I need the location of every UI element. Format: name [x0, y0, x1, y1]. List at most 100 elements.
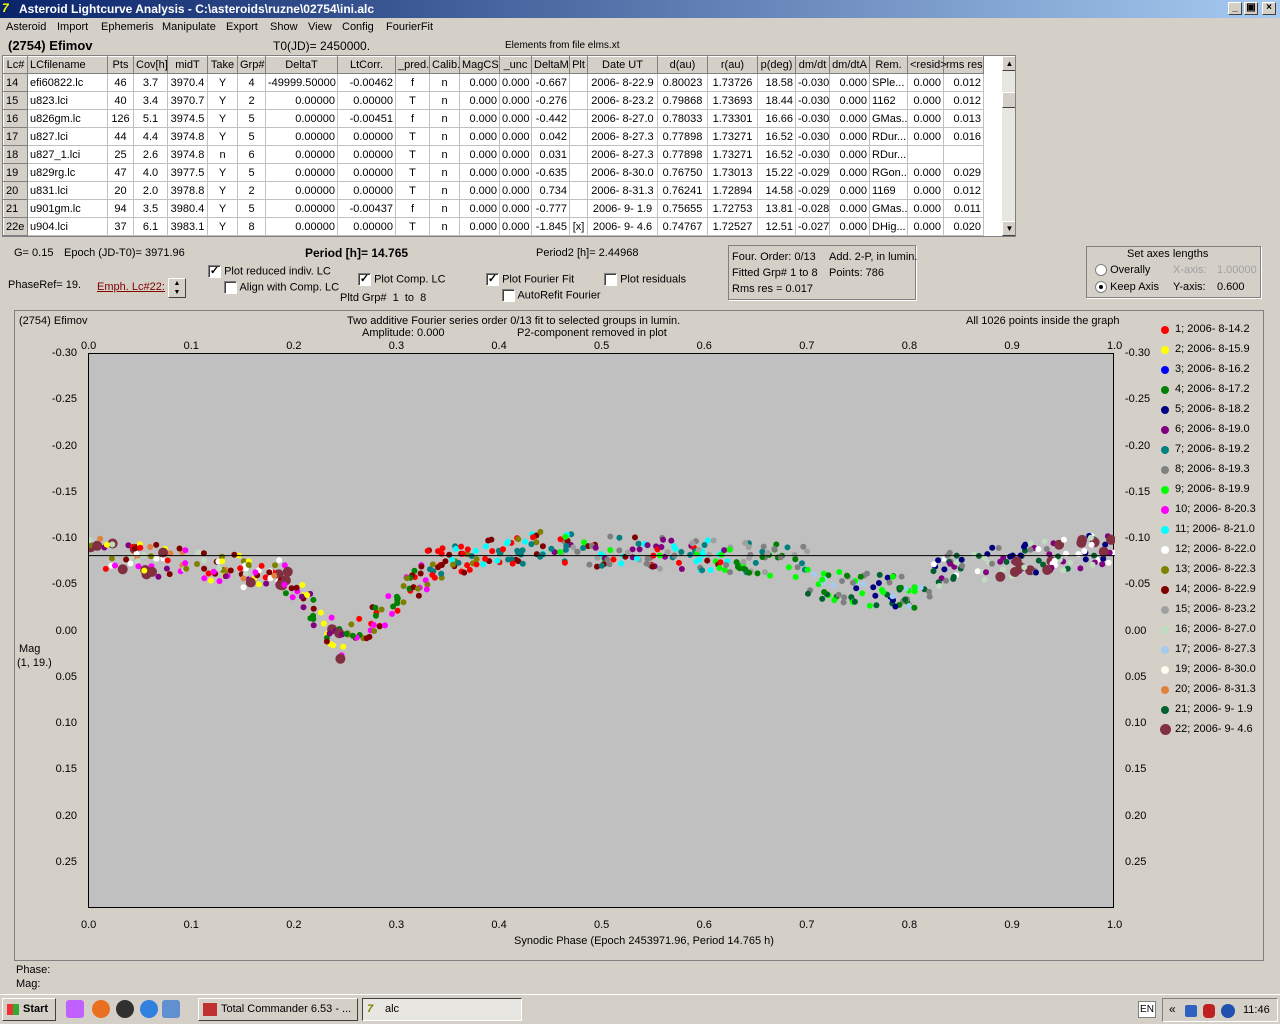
table-cell[interactable]: u829rg.lc	[27, 163, 108, 182]
table-cell[interactable]: 16.52	[757, 145, 796, 164]
column-header[interactable]: Lc#	[3, 56, 28, 74]
table-cell[interactable]: 0.000	[459, 91, 500, 110]
table-cell[interactable]: 0.031	[531, 145, 570, 164]
table-cell[interactable]: GMas...	[869, 199, 908, 218]
pltd-to[interactable]: 8	[420, 292, 426, 304]
table-cell[interactable]: 0.000	[907, 199, 944, 218]
plot-fourier-checkbox[interactable]: ✓ Plot Fourier Fit	[486, 273, 574, 286]
emph-link[interactable]: Emph. Lc#22:	[97, 281, 165, 293]
table-cell[interactable]: 16.66	[757, 109, 796, 128]
table-cell[interactable]	[569, 91, 588, 110]
table-cell[interactable]: 46	[107, 73, 134, 92]
table-cell[interactable]: 0.000	[499, 199, 532, 218]
column-header[interactable]: dm/dtA	[829, 56, 870, 74]
table-cell[interactable]: 0.00000	[265, 181, 338, 200]
table-cell[interactable]: 18.44	[757, 91, 796, 110]
table-cell[interactable]: n	[429, 181, 460, 200]
table-cell[interactable]: 2	[237, 91, 266, 110]
table-cell[interactable]: 0.000	[499, 109, 532, 128]
table-cell[interactable]: 2006- 8-22.9	[587, 73, 658, 92]
table-cell[interactable]	[569, 181, 588, 200]
table-cell[interactable]: RGon...	[869, 163, 908, 182]
table-cell[interactable]: -0.029	[795, 163, 830, 182]
row-header[interactable]: 20	[3, 181, 28, 200]
table-cell[interactable]: 0.00000	[337, 145, 396, 164]
table-row[interactable]: 16 u826gm.lc 126 5.1 3974.5 Y 5 0.00000 -0.00451…	[3, 109, 984, 128]
table-cell[interactable]: 3974.8	[167, 145, 208, 164]
table-cell[interactable]: [x]	[569, 217, 588, 236]
row-header[interactable]: 21	[3, 199, 28, 218]
table-cell[interactable]: RDur...	[869, 127, 908, 146]
table-scrollbar[interactable]: ▲ ▼	[1002, 56, 1015, 236]
table-cell[interactable]: 1.72753	[707, 199, 758, 218]
table-cell[interactable]: 0.000	[459, 163, 500, 182]
table-cell[interactable]: 1.72527	[707, 217, 758, 236]
table-cell[interactable]: 0.000	[459, 109, 500, 128]
table-cell[interactable]	[907, 145, 944, 164]
tray-expand-icon[interactable]: «	[1169, 1002, 1176, 1016]
antivirus-icon[interactable]	[1203, 1004, 1215, 1018]
row-header[interactable]: 15	[3, 91, 28, 110]
table-cell[interactable]: -0.00451	[337, 109, 396, 128]
table-cell[interactable]: 25	[107, 145, 134, 164]
table-cell[interactable]: n	[429, 109, 460, 128]
menu-asteroid[interactable]: Asteroid	[6, 21, 46, 33]
table-cell[interactable]: 5	[237, 199, 266, 218]
table-cell[interactable]: 3970.4	[167, 73, 208, 92]
start-button[interactable]: Start	[2, 998, 56, 1021]
table-cell[interactable]: 3983.1	[167, 217, 208, 236]
table-cell[interactable]: 8	[237, 217, 266, 236]
table-cell[interactable]: u904.lci	[27, 217, 108, 236]
table-cell[interactable]: 0.020	[943, 217, 984, 236]
table-cell[interactable]: n	[429, 217, 460, 236]
column-header[interactable]: Calib.	[429, 56, 460, 74]
yaxis-value[interactable]: 0.600	[1217, 281, 1245, 293]
table-cell[interactable]: Y	[207, 181, 238, 200]
table-cell[interactable]: 0.00000	[337, 217, 396, 236]
column-header[interactable]: Date UT	[587, 56, 658, 74]
table-cell[interactable]: 4.4	[133, 127, 168, 146]
table-cell[interactable]: 3.7	[133, 73, 168, 92]
table-cell[interactable]: 0.000	[499, 91, 532, 110]
table-cell[interactable]: 2006- 9- 1.9	[587, 199, 658, 218]
table-cell[interactable]: 0.76750	[657, 163, 708, 182]
table-cell[interactable]: 0.000	[907, 217, 944, 236]
column-header[interactable]: DeltaM	[531, 56, 570, 74]
column-header[interactable]: Plt	[569, 56, 588, 74]
table-cell[interactable]: 3974.5	[167, 109, 208, 128]
table-cell[interactable]: -0.030	[795, 127, 830, 146]
table-cell[interactable]: u827_1.lci	[27, 145, 108, 164]
table-cell[interactable]: T	[395, 217, 430, 236]
row-header[interactable]: 22e	[3, 217, 28, 236]
table-cell[interactable]: 4.0	[133, 163, 168, 182]
autorefit-checkbox[interactable]: AutoRefit Fourier	[502, 289, 601, 302]
column-header[interactable]: _pred.	[395, 56, 430, 74]
table-cell[interactable]: 0.000	[499, 145, 532, 164]
table-row[interactable]: 15 u823.lci 40 3.4 3970.7 Y 2 0.00000 0.00000 Tn 0…	[3, 91, 984, 110]
table-cell[interactable]: Y	[207, 199, 238, 218]
table-cell[interactable]: SPle...	[869, 73, 908, 92]
table-cell[interactable]: Y	[207, 73, 238, 92]
table-cell[interactable]: 5	[237, 127, 266, 146]
table-cell[interactable]: 44	[107, 127, 134, 146]
table-cell[interactable]: n	[429, 163, 460, 182]
table-cell[interactable]: n	[429, 73, 460, 92]
period2-value[interactable]: Period2 [h]= 2.44968	[536, 247, 638, 259]
table-cell[interactable]: 0.00000	[337, 91, 396, 110]
column-header[interactable]: Pts	[107, 56, 134, 74]
table-row[interactable]: 20 u831.lci 20 2.0 3978.8 Y 2 0.00000 0.00000 Tn 0…	[3, 181, 984, 200]
column-header[interactable]: LCfilename	[27, 56, 108, 74]
media-icon[interactable]	[116, 1000, 134, 1018]
table-cell[interactable]: 1.73271	[707, 145, 758, 164]
table-cell[interactable]: 0.000	[499, 217, 532, 236]
table-cell[interactable]: -0.030	[795, 109, 830, 128]
table-cell[interactable]	[569, 145, 588, 164]
table-cell[interactable]: DHig...	[869, 217, 908, 236]
table-cell[interactable]: 0.00000	[265, 145, 338, 164]
table-cell[interactable]: 0.000	[907, 73, 944, 92]
lightcurve-table[interactable]: Lc# LCfilename Pts Cov[h] midT Take Grp# DeltaT…	[2, 55, 1016, 237]
network-icon[interactable]	[1185, 1005, 1197, 1017]
table-cell[interactable]: 94	[107, 199, 134, 218]
table-cell[interactable]: 0.000	[907, 163, 944, 182]
table-cell[interactable]: 1.72894	[707, 181, 758, 200]
